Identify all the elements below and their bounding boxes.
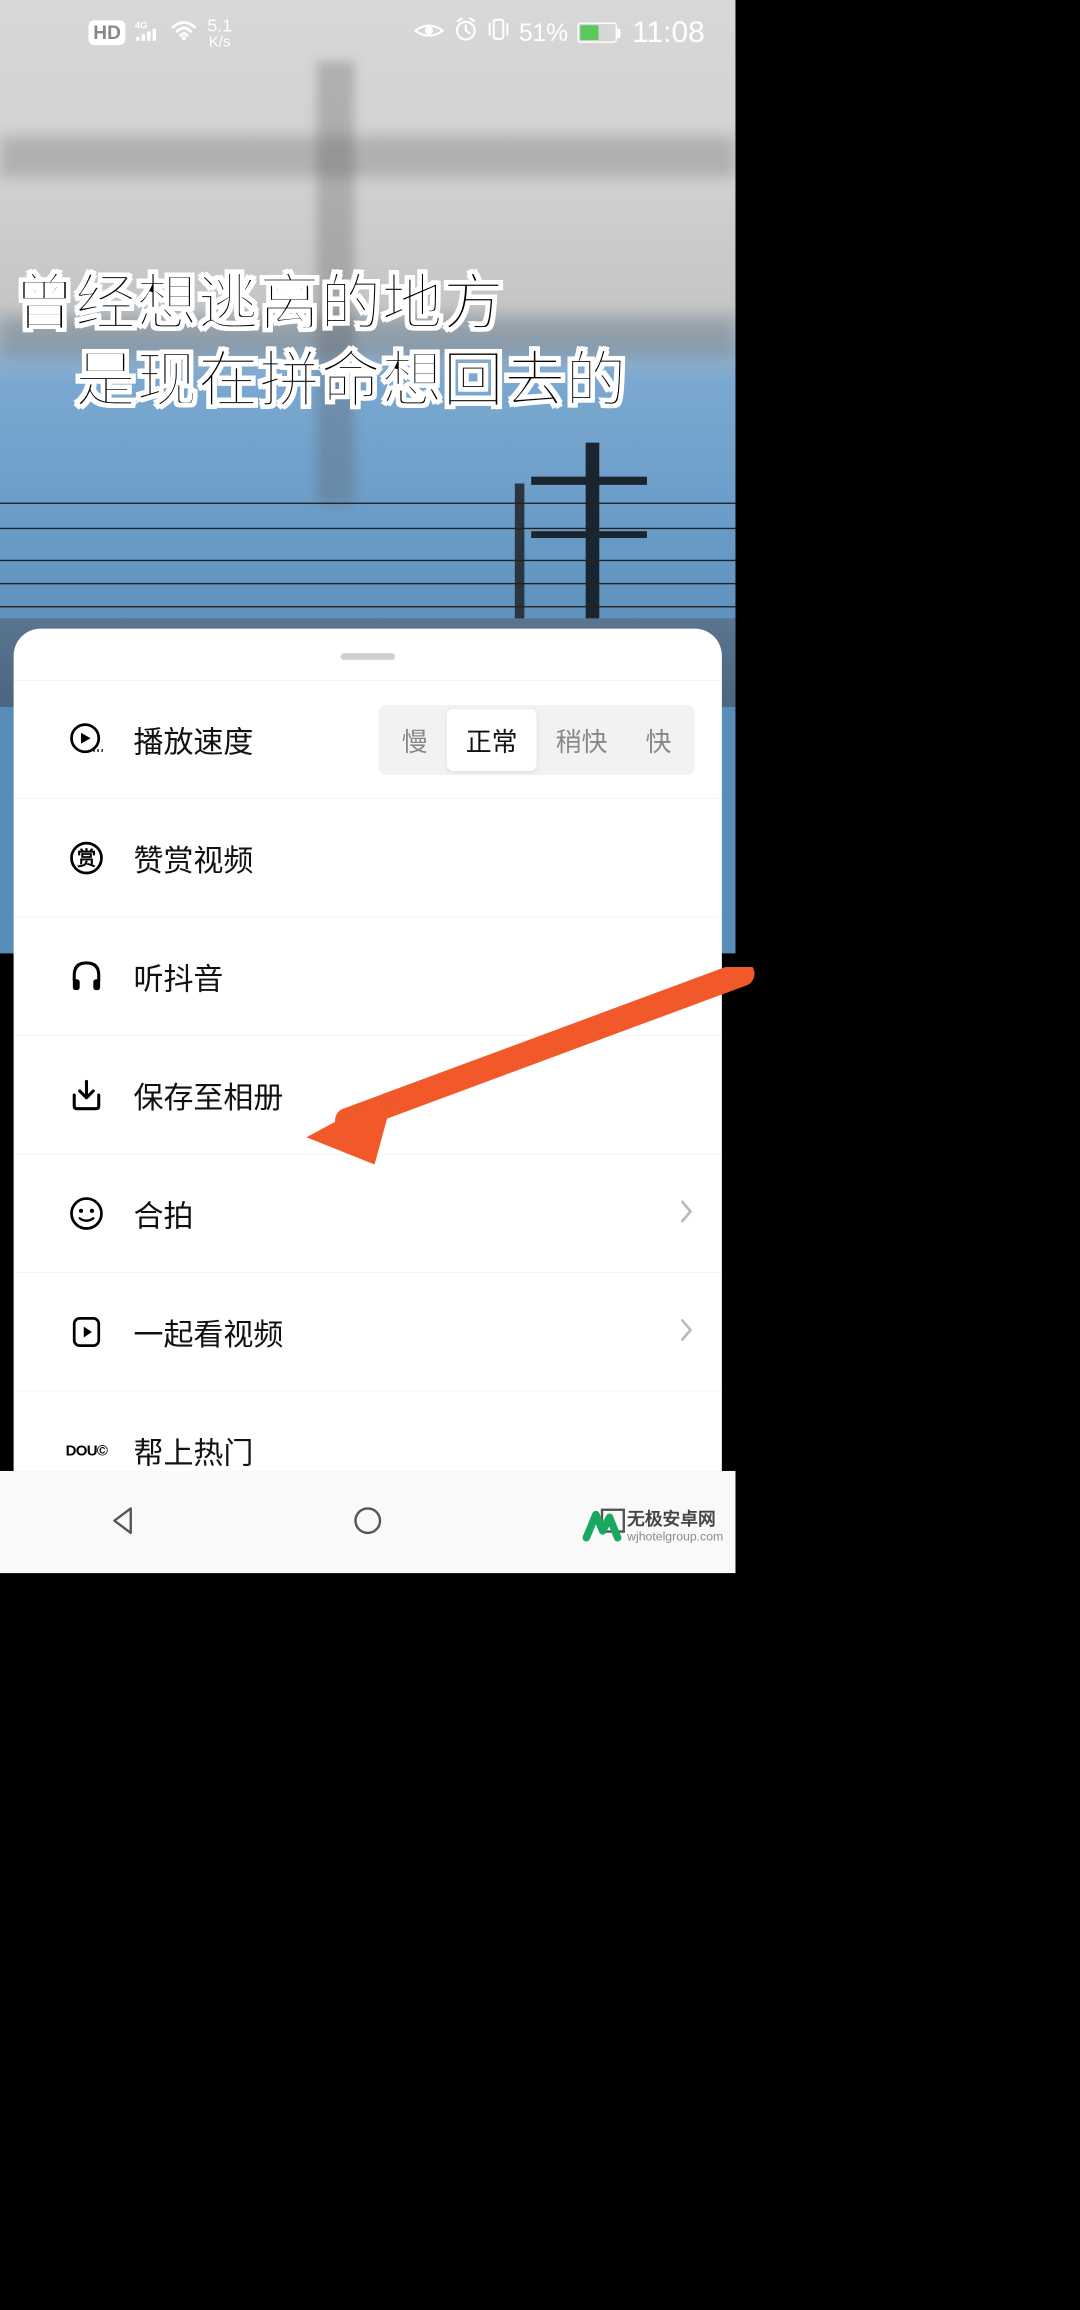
row-duet[interactable]: 合拍 bbox=[14, 1154, 722, 1272]
chevron-right-icon bbox=[678, 1198, 694, 1229]
row-playback-speed[interactable]: 播放速度 慢 正常 稍快 快 bbox=[14, 680, 722, 798]
row-appreciate-video[interactable]: 赏 赞赏视频 bbox=[14, 799, 722, 917]
alarm-icon bbox=[454, 17, 479, 48]
caption-line-2: 是现在拼命想回去的 bbox=[75, 342, 736, 419]
watch-together-icon bbox=[65, 1314, 107, 1349]
row-save-to-album[interactable]: 保存至相册 bbox=[14, 1036, 722, 1154]
watermark-subtitle: wjhotelgroup.com bbox=[627, 1529, 723, 1543]
speed-option-faster[interactable]: 稍快 bbox=[537, 709, 627, 771]
row-watch-together[interactable]: 一起看视频 bbox=[14, 1273, 722, 1391]
download-icon bbox=[65, 1077, 107, 1112]
speed-segmented-control: 慢 正常 稍快 快 bbox=[379, 704, 695, 774]
dou-plus-icon: DOU© bbox=[65, 1442, 107, 1460]
nav-back-button[interactable] bbox=[104, 1501, 142, 1543]
hd-badge: HD bbox=[89, 20, 126, 45]
playback-speed-icon bbox=[65, 722, 107, 757]
speed-option-normal[interactable]: 正常 bbox=[447, 709, 537, 771]
clock-time: 11:08 bbox=[632, 15, 705, 49]
vibrate-icon bbox=[488, 17, 510, 48]
appreciate-label: 赞赏视频 bbox=[133, 836, 253, 880]
row-listen-douyin[interactable]: 听抖音 bbox=[14, 917, 722, 1035]
row-dou-hot[interactable]: DOU© 帮上热门 bbox=[14, 1391, 722, 1471]
svg-text:4G: 4G bbox=[135, 20, 148, 31]
sheet-drag-handle[interactable] bbox=[341, 653, 395, 660]
dou-hot-label: 帮上热门 bbox=[133, 1429, 253, 1471]
network-speed: 5.1 K/s bbox=[207, 16, 232, 49]
appreciate-icon: 赏 bbox=[65, 840, 107, 875]
wifi-icon bbox=[171, 18, 198, 47]
caption-line-1: 曾经想逃离的地方 bbox=[14, 266, 736, 343]
duet-icon bbox=[65, 1195, 107, 1230]
action-sheet: 播放速度 慢 正常 稍快 快 赏 赞赏视频 bbox=[14, 629, 722, 1471]
site-watermark: 无极安卓网 wjhotelgroup.com bbox=[582, 1506, 723, 1545]
watermark-logo-icon bbox=[582, 1506, 621, 1545]
signal-icon: 4G bbox=[135, 18, 161, 47]
speed-option-fast[interactable]: 快 bbox=[627, 709, 691, 771]
headphones-icon bbox=[65, 959, 107, 994]
nav-home-button[interactable] bbox=[349, 1501, 387, 1543]
playback-speed-label: 播放速度 bbox=[133, 718, 253, 762]
chevron-right-icon bbox=[678, 1316, 694, 1347]
duet-label: 合拍 bbox=[133, 1191, 193, 1235]
eye-icon bbox=[414, 18, 444, 47]
status-bar: HD 4G 5.1 K/s bbox=[0, 0, 735, 65]
battery-icon bbox=[578, 22, 617, 42]
battery-percentage: 51% bbox=[519, 18, 568, 47]
listen-label: 听抖音 bbox=[133, 954, 223, 998]
watch-together-label: 一起看视频 bbox=[133, 1310, 283, 1354]
speed-option-slow[interactable]: 慢 bbox=[383, 709, 447, 771]
save-album-label: 保存至相册 bbox=[133, 1073, 283, 1117]
svg-text:赏: 赏 bbox=[77, 847, 96, 870]
video-caption-text: 曾经想逃离的地方 是现在拼命想回去的 bbox=[14, 266, 736, 419]
watermark-title: 无极安卓网 bbox=[627, 1509, 723, 1529]
